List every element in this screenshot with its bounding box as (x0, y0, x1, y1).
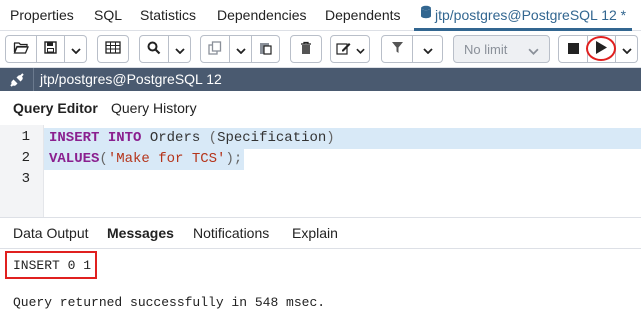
row-limit-select[interactable]: No limit (453, 35, 550, 63)
execute-options-dropdown[interactable] (616, 35, 638, 63)
messages-panel: INSERT 0 1 Query returned successfully i… (0, 249, 641, 331)
paren: ); (225, 151, 243, 167)
tab-explain[interactable]: Explain (292, 218, 338, 249)
connection-bar[interactable]: jtp/postgres@PostgreSQL 12 (0, 68, 641, 91)
tab-sql[interactable]: SQL (94, 0, 122, 31)
find-options-dropdown[interactable] (169, 35, 191, 63)
paste-button[interactable] (252, 35, 280, 63)
sql-keyword: VALUES (49, 151, 100, 167)
find-button[interactable] (139, 35, 169, 63)
filter-button[interactable] (381, 35, 413, 63)
stop-icon (567, 42, 579, 57)
string-literal: 'Make for TCS' (107, 151, 226, 167)
tab-query-tool[interactable]: jtp/postgres@PostgreSQL 12 * (414, 0, 633, 31)
editor-tab-bar: Query Editor Query History (0, 91, 641, 125)
filter-options-dropdown[interactable] (413, 35, 443, 63)
sql-keyword: INTO (107, 130, 142, 146)
connection-divider (33, 68, 34, 91)
pencil-icon (335, 41, 352, 58)
chevron-down-icon (235, 42, 246, 57)
tab-query-history[interactable]: Query History (111, 91, 197, 125)
chevron-down-icon (621, 42, 632, 57)
paren: ( (208, 130, 218, 146)
chevron-down-icon (70, 42, 81, 57)
tab-messages[interactable]: Messages (107, 218, 174, 249)
query-toolbar: No limit (0, 31, 641, 68)
line-number: 3 (21, 171, 30, 187)
tab-data-output[interactable]: Data Output (13, 218, 89, 249)
filter-icon (391, 41, 404, 57)
line-number: 2 (21, 150, 30, 166)
open-file-button[interactable] (5, 35, 37, 63)
code-line-1: INSERT INTO Orders (Specification) (44, 128, 641, 149)
chevron-down-icon (422, 42, 433, 57)
code-line-2: VALUES('Make for TCS'); (44, 149, 641, 170)
chevron-down-icon (528, 43, 539, 58)
table-icon (105, 41, 121, 57)
execute-highlight-circle (586, 36, 616, 61)
search-icon (147, 41, 161, 58)
connection-label: jtp/postgres@PostgreSQL 12 (40, 71, 222, 87)
stop-query-button[interactable] (558, 35, 588, 63)
tab-dependencies[interactable]: Dependencies (217, 0, 307, 31)
sql-editor[interactable]: 1 2 3 INSERT INTO Orders (Specification)… (0, 125, 641, 217)
copy-options-dropdown[interactable] (230, 35, 252, 63)
line-number: 1 (21, 129, 30, 145)
copy-icon (208, 40, 222, 58)
copy-button[interactable] (200, 35, 230, 63)
paren: ( (99, 151, 108, 167)
save-icon (44, 41, 57, 57)
folder-open-icon (13, 41, 29, 57)
tab-notifications[interactable]: Notifications (193, 218, 269, 249)
save-file-button[interactable] (37, 35, 65, 63)
panel-tab-bar: Properties SQL Statistics Dependencies D… (0, 0, 641, 31)
save-options-dropdown[interactable] (65, 35, 87, 63)
row-limit-value: No limit (464, 41, 508, 57)
delete-row-button[interactable] (290, 35, 322, 63)
tab-query-tool-label: jtp/postgres@PostgreSQL 12 * (435, 7, 627, 23)
result-tab-bar: Data Output Messages Notifications Expla… (0, 217, 641, 249)
chevron-down-icon (174, 42, 185, 57)
chevron-down-icon (355, 42, 365, 57)
paren: ) (326, 130, 335, 146)
tab-statistics[interactable]: Statistics (140, 0, 196, 31)
tab-properties[interactable]: Properties (10, 0, 74, 31)
query-result-text: INSERT 0 1 (13, 258, 92, 273)
tab-dependents[interactable]: Dependents (325, 0, 401, 31)
line-number-gutter: 1 2 3 (0, 125, 44, 217)
edit-grid-button[interactable] (97, 35, 129, 63)
database-icon (420, 0, 432, 30)
edit-dropdown-button[interactable] (330, 35, 370, 63)
sql-keyword: INSERT (49, 130, 100, 146)
paste-icon (259, 41, 272, 58)
tab-query-editor[interactable]: Query Editor (13, 91, 98, 125)
column-name: Specification (217, 130, 327, 146)
trash-icon (300, 41, 312, 58)
query-status-text: Query returned successfully in 548 msec. (13, 295, 326, 310)
table-name: Orders (149, 130, 201, 146)
